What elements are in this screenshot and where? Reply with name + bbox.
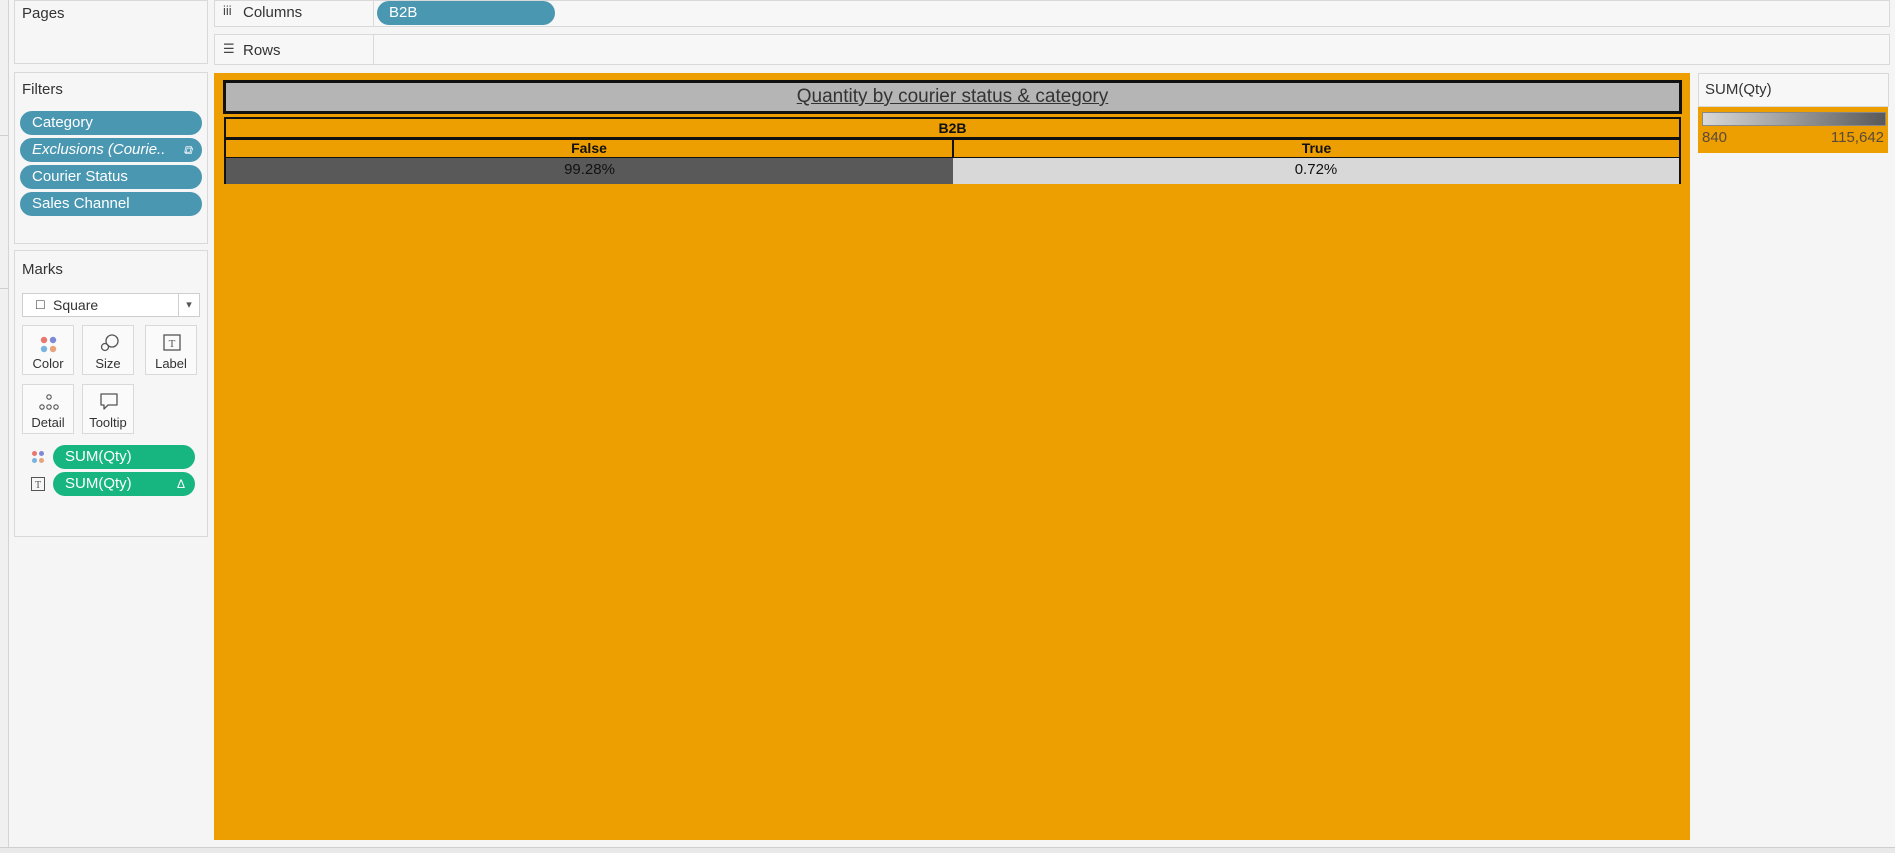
filter-pill-category[interactable]: Category: [20, 111, 202, 135]
mark-type-label: Square: [53, 297, 99, 313]
viz-title: Quantity by courier status & category: [223, 80, 1682, 114]
label-button[interactable]: T Label: [145, 325, 197, 375]
columns-shelf-header: iii Columns: [214, 0, 374, 27]
left-edge-strip: [0, 0, 9, 848]
size-icon: [100, 334, 119, 352]
edge-divider: [0, 135, 8, 136]
color-button[interactable]: Color: [22, 325, 74, 375]
color-button-label: Color: [32, 356, 64, 371]
columns-pill-label: B2B: [389, 4, 418, 21]
delta-icon: Δ: [176, 477, 185, 491]
data-cell-true[interactable]: 0.72%: [953, 158, 1681, 184]
filter-pill-sales-channel[interactable]: Sales Channel: [20, 192, 202, 216]
color-icon: [40, 336, 57, 353]
color-icon: [32, 451, 44, 463]
label-icon: T: [163, 334, 181, 351]
columns-icon: iii: [223, 3, 232, 18]
legend-body: 840 115,642: [1698, 107, 1888, 153]
filter-pill-label: Exclusions (Courie..: [32, 141, 166, 158]
viz-canvas[interactable]: [214, 73, 1690, 840]
sheet-tabs-strip[interactable]: [0, 847, 1895, 853]
filter-pill-courier-status[interactable]: Courier Status: [20, 165, 202, 189]
legend-card[interactable]: SUM(Qty): [1698, 73, 1889, 107]
square-mark-icon: ☐: [35, 298, 46, 312]
color-field-pill[interactable]: SUM(Qty): [53, 445, 195, 469]
size-button[interactable]: Size: [82, 325, 134, 375]
filter-pill-label: Category: [32, 114, 93, 131]
legend-max-label: 115,642: [1830, 129, 1884, 146]
marks-card: Marks ☐ Square ▾ Color Size T Label Deta…: [14, 250, 208, 537]
columns-shelf[interactable]: B2B: [373, 0, 1890, 27]
legend-min-label: 840: [1702, 129, 1728, 146]
chevron-down-icon[interactable]: ▾: [178, 294, 199, 316]
filter-pill-label: Courier Status: [32, 168, 128, 185]
edge-divider: [0, 288, 8, 289]
column-header-b2b[interactable]: B2B: [224, 117, 1681, 139]
rows-label: Rows: [243, 42, 281, 59]
filters-title: Filters: [22, 81, 63, 98]
subheader-false[interactable]: False: [224, 138, 954, 159]
detail-icon: [39, 394, 59, 410]
marks-title: Marks: [22, 261, 63, 278]
color-ramp: [1702, 112, 1886, 126]
subheader-true[interactable]: True: [952, 138, 1681, 159]
label-icon: T: [31, 477, 45, 491]
rows-shelf-header: ☰ Rows: [214, 34, 374, 65]
columns-label: Columns: [243, 4, 303, 21]
svg-text:T: T: [35, 480, 41, 491]
field-pill-label: SUM(Qty): [65, 475, 132, 492]
filters-card: Filters Category Exclusions (Courie.. ⧉ …: [14, 72, 208, 244]
field-pill-label: SUM(Qty): [65, 448, 132, 465]
tooltip-button[interactable]: Tooltip: [82, 384, 134, 434]
size-button-label: Size: [95, 356, 121, 371]
rows-icon: ☰: [223, 41, 235, 56]
set-icon: ⧉: [183, 143, 192, 157]
label-button-label: Label: [155, 356, 187, 371]
pages-title: Pages: [22, 5, 65, 22]
columns-pill-b2b[interactable]: B2B: [377, 1, 555, 25]
filter-pill-exclusions[interactable]: Exclusions (Courie.. ⧉: [20, 138, 202, 162]
detail-button[interactable]: Detail: [22, 384, 74, 434]
detail-button-label: Detail: [31, 415, 65, 430]
label-field-pill[interactable]: SUM(Qty) Δ: [53, 472, 195, 496]
svg-text:T: T: [169, 338, 176, 350]
rows-shelf[interactable]: [373, 34, 1890, 65]
filter-pill-label: Sales Channel: [32, 195, 130, 212]
data-cell-false[interactable]: 99.28%: [224, 158, 953, 184]
tooltip-icon: [100, 393, 118, 410]
pages-card[interactable]: Pages: [14, 0, 208, 64]
legend-title: SUM(Qty): [1705, 81, 1772, 98]
tooltip-button-label: Tooltip: [89, 415, 127, 430]
mark-type-dropdown[interactable]: ☐ Square ▾: [22, 293, 200, 317]
